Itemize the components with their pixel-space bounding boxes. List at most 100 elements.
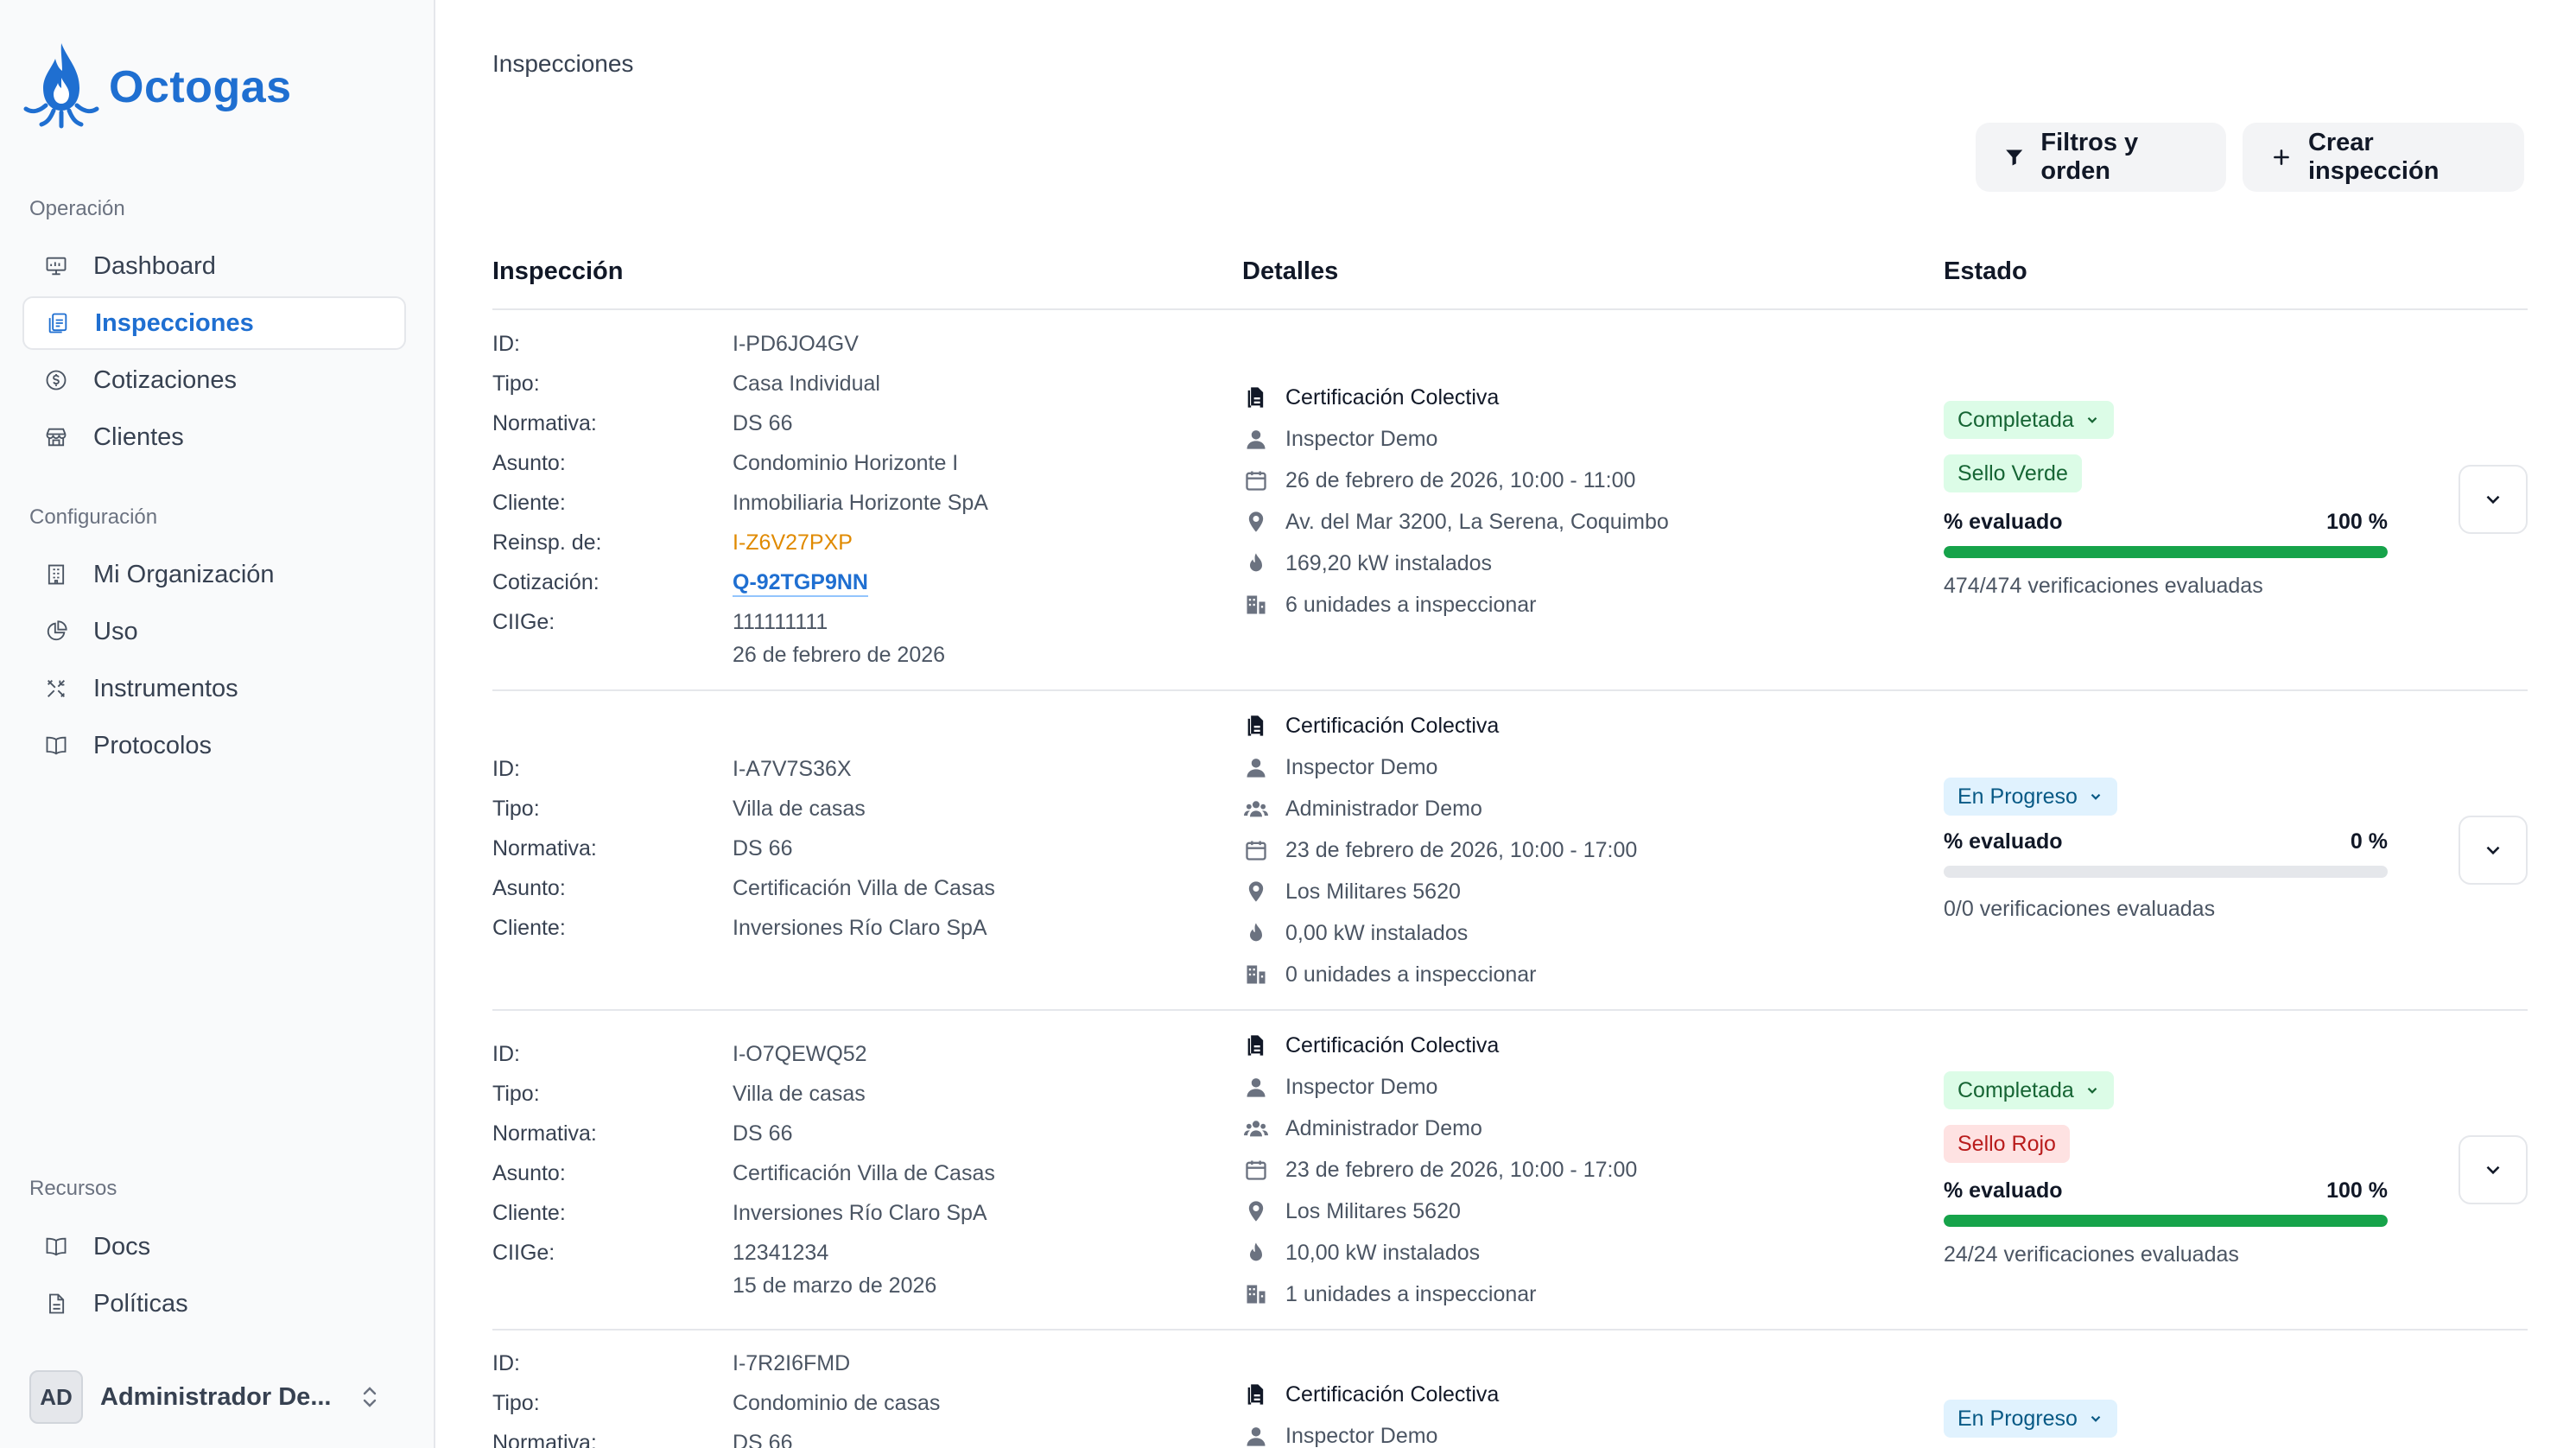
sidebar-item-label: Protocolos xyxy=(93,731,213,759)
user-icon xyxy=(1242,753,1270,781)
filter-button[interactable]: Filtros y orden xyxy=(1976,123,2226,192)
detail-address: Los Militares 5620 xyxy=(1242,1197,1461,1225)
chevron-down-icon xyxy=(2087,1087,2097,1094)
main-content: Inspecciones Filtros y orden Crear inspe… xyxy=(435,0,2576,1448)
field-id: ID: I-PD6JO4GV xyxy=(492,332,859,356)
field-cliente: Cliente: Inversiones Río Claro SpA xyxy=(492,1201,987,1225)
sidebar-item-mi-organizacion[interactable]: Mi Organización xyxy=(22,548,406,601)
user-name: Administrador De... xyxy=(100,1382,332,1411)
create-inspection-button[interactable]: Crear inspección xyxy=(2243,123,2524,192)
field-asunto: Asunto: Condominio Horizonte I xyxy=(492,451,959,475)
field-normativa: Normativa: DS 66 xyxy=(492,836,793,861)
status-badge[interactable]: Completada xyxy=(1944,1071,2114,1109)
field-ciige: CIIGe: 12341234 xyxy=(492,1241,829,1265)
sidebar: Octogas Operación Dashboard Inspecciones… xyxy=(0,0,435,1448)
flame-icon xyxy=(1242,549,1270,577)
detail-certification: Certificación Colectiva xyxy=(1242,1032,1499,1059)
sidebar-item-label: Instrumentos xyxy=(93,674,238,702)
sidebar-item-dashboard[interactable]: Dashboard xyxy=(22,239,406,293)
location-icon xyxy=(1242,508,1270,536)
detail-address: Av. del Mar 3200, La Serena, Coquimbo xyxy=(1242,508,1669,536)
expand-row-button[interactable] xyxy=(2459,465,2528,534)
table-row[interactable]: ID: I-7R2I6FMD Tipo: Condominio de casas N… xyxy=(492,1331,2528,1448)
field-asunto: Asunto: Certificación Villa de Casas xyxy=(492,876,995,900)
user-menu[interactable]: AD Administrador De... xyxy=(29,1369,409,1425)
detail-units: 1 unidades a inspeccionar xyxy=(1242,1280,1536,1308)
field-asunto: Asunto: Certificación Villa de Casas xyxy=(492,1161,995,1185)
field-cliente: Cliente: Inversiones Río Claro SpA xyxy=(492,916,987,940)
detail-inspector: Inspector Demo xyxy=(1242,1073,1437,1101)
dashboard-icon xyxy=(43,253,69,279)
chevron-up-down-icon xyxy=(363,1387,377,1407)
chevron-down-icon xyxy=(2486,1165,2500,1175)
location-icon xyxy=(1242,878,1270,905)
detail-address: Los Militares 5620 xyxy=(1242,878,1461,905)
field-tipo: Tipo: Casa Individual xyxy=(492,372,880,396)
detail-date: 26 de febrero de 2026, 10:00 - 11:00 xyxy=(1242,467,1635,494)
sidebar-item-clientes[interactable]: Clientes xyxy=(22,410,406,464)
verifications-count: 24/24 verificaciones evaluadas xyxy=(1944,1242,2239,1267)
sidebar-item-label: Inspecciones xyxy=(95,308,254,337)
dollar-icon xyxy=(43,367,69,393)
field-reinspeccion: Reinsp. de: I-Z6V27PXP xyxy=(492,530,853,556)
sidebar-item-politicas[interactable]: Políticas xyxy=(22,1277,406,1331)
sidebar-item-label: Uso xyxy=(93,617,138,645)
calendar-icon xyxy=(1242,467,1270,494)
verifications-count: 0/0 verificaciones evaluadas xyxy=(1944,897,2216,921)
quote-link[interactable]: Q-92TGP9NN xyxy=(733,570,868,597)
seal-badge: Sello Verde xyxy=(1944,454,2082,492)
user-icon xyxy=(1242,1073,1270,1101)
sidebar-item-label: Docs xyxy=(93,1232,151,1261)
detail-date: 23 de febrero de 2026, 10:00 - 17:00 xyxy=(1242,836,1637,864)
reinspection-link[interactable]: I-Z6V27PXP xyxy=(733,530,853,556)
column-header-estado: Estado xyxy=(1944,257,2027,285)
section-label-recursos: Recursos xyxy=(29,1177,117,1200)
sidebar-item-inspecciones[interactable]: Inspecciones xyxy=(22,296,406,350)
document-icon xyxy=(43,1291,69,1317)
units-icon xyxy=(1242,961,1270,988)
detail-power: 169,20 kW instalados xyxy=(1242,549,1492,577)
certificate-icon xyxy=(1242,384,1270,411)
status-badge[interactable]: Completada xyxy=(1944,401,2114,439)
sidebar-item-docs[interactable]: Docs xyxy=(22,1220,406,1273)
sidebar-item-protocolos[interactable]: Protocolos xyxy=(22,719,406,772)
sidebar-item-label: Clientes xyxy=(93,422,184,451)
detail-certification: Certificación Colectiva xyxy=(1242,712,1499,740)
user-icon xyxy=(1242,1422,1270,1448)
breadcrumb[interactable]: Inspecciones xyxy=(492,50,633,78)
detail-units: 0 unidades a inspeccionar xyxy=(1242,961,1536,988)
users-icon xyxy=(1242,795,1270,822)
table-row[interactable]: ID: I-A7V7S36X Tipo: Villa de casas Normat… xyxy=(492,691,2528,1009)
chevron-down-icon xyxy=(2087,416,2097,423)
book-icon xyxy=(43,733,69,759)
calendar-icon xyxy=(1242,1156,1270,1184)
status-badge[interactable]: En Progreso xyxy=(1944,1400,2117,1438)
create-button-label: Crear inspección xyxy=(2307,129,2440,185)
field-tipo: Tipo: Condominio de casas xyxy=(492,1391,941,1415)
flame-icon xyxy=(1242,919,1270,947)
sidebar-item-cotizaciones[interactable]: Cotizaciones xyxy=(22,353,406,407)
pie-chart-icon xyxy=(43,619,69,645)
app-logo[interactable]: Octogas xyxy=(22,40,292,135)
octogas-logo-icon xyxy=(23,43,99,129)
table-row[interactable]: ID: I-PD6JO4GV Tipo: Casa Individual Norma… xyxy=(492,309,2528,689)
sidebar-item-label: Dashboard xyxy=(93,251,216,280)
progress-bar xyxy=(1944,1215,2388,1227)
certificate-icon xyxy=(1242,712,1270,740)
sidebar-item-uso[interactable]: Uso xyxy=(22,605,406,658)
expand-row-button[interactable] xyxy=(2459,1135,2528,1204)
field-id: ID: I-A7V7S36X xyxy=(492,757,852,781)
clipboard-icon xyxy=(45,310,71,336)
units-icon xyxy=(1242,591,1270,619)
table-row[interactable]: ID: I-O7QEWQ52 Tipo: Villa de casas Normat… xyxy=(492,1011,2528,1329)
detail-power: 10,00 kW instalados xyxy=(1242,1239,1480,1267)
sidebar-item-label: Mi Organización xyxy=(93,560,275,588)
expand-row-button[interactable] xyxy=(2459,816,2528,885)
status-badge[interactable]: En Progreso xyxy=(1944,778,2117,816)
detail-inspector: Inspector Demo xyxy=(1242,425,1437,453)
chevron-down-icon xyxy=(2486,846,2500,855)
detail-certification: Certificación Colectiva xyxy=(1242,384,1499,411)
detail-date: 23 de febrero de 2026, 10:00 - 17:00 xyxy=(1242,1156,1637,1184)
flame-icon xyxy=(1242,1239,1270,1267)
sidebar-item-instrumentos[interactable]: Instrumentos xyxy=(22,662,406,715)
